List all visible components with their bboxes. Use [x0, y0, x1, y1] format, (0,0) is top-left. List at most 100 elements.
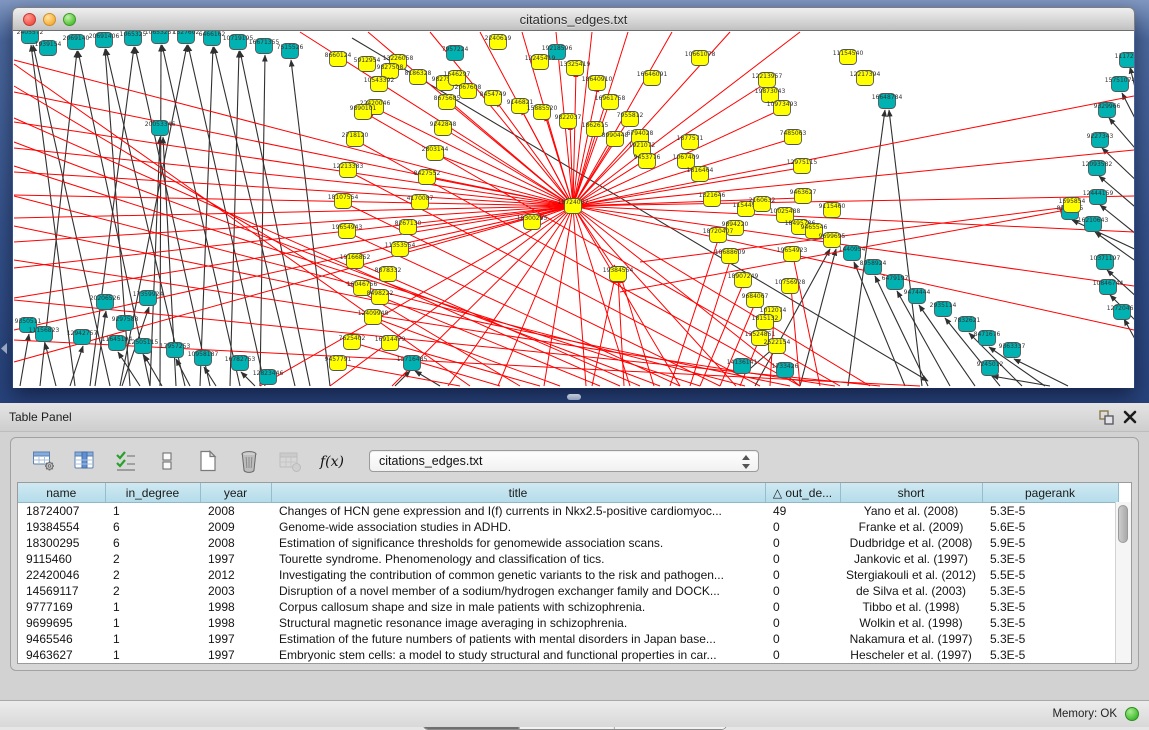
network-node-label: 8471676	[974, 331, 1001, 338]
show-columns-icon[interactable]	[72, 448, 98, 474]
network-node-label: 10688609	[715, 249, 746, 256]
row-check-icon[interactable]	[113, 448, 139, 474]
table-cell: 0	[765, 647, 840, 663]
table-row[interactable]: 1830029562008Estimation of significance …	[18, 535, 1118, 551]
column-header-name[interactable]: name	[18, 483, 105, 503]
network-node-label: 8427552	[414, 170, 441, 177]
network-node-label: 1733426	[772, 363, 799, 370]
table-scrollbar-thumb[interactable]	[1118, 505, 1128, 543]
network-node-label: 8454749	[480, 91, 507, 98]
table-row[interactable]: 2242004622012Investigating the contribut…	[18, 567, 1118, 583]
table-cell: Corpus callosum shape and size in male p…	[271, 599, 765, 615]
network-node-label: 12409948	[358, 310, 389, 317]
network-node-label: 11353554	[385, 242, 416, 249]
table-source-select[interactable]: citations_edges.txt	[369, 450, 759, 472]
network-node-label: 2718120	[342, 132, 369, 139]
network-node-label: 12245419	[525, 55, 556, 62]
network-edge	[45, 343, 56, 386]
splitter-grip[interactable]	[567, 394, 581, 400]
table-panel-title: Table Panel	[9, 410, 72, 424]
column-header-year[interactable]: year	[200, 483, 271, 503]
column-header-title[interactable]: title	[271, 483, 765, 503]
network-node-label: 9890101	[350, 105, 377, 112]
network-node-label: 1117278	[1115, 53, 1134, 60]
network-window-titlebar[interactable]: citations_edges.txt	[12, 7, 1135, 31]
network-node-label: 10846744	[1093, 280, 1124, 287]
table-row[interactable]: 1872400712008Changes of HCN gene express…	[18, 503, 1118, 520]
node-table: namein_degreeyeartitle△ out_de...shortpa…	[17, 482, 1132, 664]
network-node-label: 18640910	[582, 76, 613, 83]
network-node-label: 9894220	[722, 221, 749, 228]
network-node-label: 9822037	[555, 114, 582, 121]
table-cell: 0	[765, 631, 840, 647]
network-node-label: 16782753	[225, 356, 256, 363]
table-row[interactable]: 1938455462009Genome-wide association stu…	[18, 519, 1118, 535]
table-panel: Table Panel f(x) citations_edges.txt	[0, 403, 1149, 700]
network-node-label: 17957253	[160, 343, 191, 350]
network-node-label: 8267130	[395, 220, 422, 227]
table-cell: Estimation of significance thresholds fo…	[271, 535, 765, 551]
table-cell: Estimation of the future numbers of pati…	[271, 631, 765, 647]
table-cell: 14569117	[18, 583, 105, 599]
table-cell: Changes of HCN gene expression and I(f) …	[271, 503, 765, 520]
network-window: citations_edges.txt 24055721939154206914…	[12, 7, 1135, 388]
table-cell: 2008	[200, 535, 271, 551]
network-edge	[618, 277, 624, 386]
network-node-label: 13325419	[560, 61, 591, 68]
network-node-label: 15716485	[397, 356, 428, 363]
table-cell: 19384554	[18, 519, 105, 535]
close-panel-icon[interactable]	[1121, 408, 1139, 426]
network-edge	[670, 237, 719, 386]
network-node-label: 2069140	[63, 35, 90, 42]
table-cell: 5.3E-5	[982, 551, 1118, 567]
network-edge	[573, 206, 586, 386]
table-scrollbar[interactable]	[1115, 502, 1131, 663]
network-node-label: 9350511	[15, 318, 42, 325]
network-node-label: 9457791	[325, 356, 352, 363]
network-node-label: 8958924	[860, 260, 887, 267]
table-row[interactable]: 977716911998Corpus callosum shape and si…	[18, 599, 1118, 615]
column-header-in_degree[interactable]: in_degree	[105, 483, 200, 503]
network-node-label: 1065325	[120, 31, 147, 38]
network-edge	[14, 260, 835, 386]
table-row[interactable]: 946362711997Embryonic stem cells: a mode…	[18, 647, 1118, 663]
network-view-area: citations_edges.txt 24055721939154206914…	[0, 0, 1149, 403]
network-node-label: 1862615	[582, 122, 609, 129]
network-node-label: 10371197	[1090, 255, 1121, 262]
table-row[interactable]: 946554611997Estimation of the future num…	[18, 631, 1118, 647]
float-panel-icon[interactable]	[1097, 408, 1115, 426]
table-cell: 1	[105, 647, 200, 663]
network-node-label: 9115460	[819, 203, 846, 210]
network-edge	[1122, 93, 1134, 130]
column-header-short[interactable]: short	[840, 483, 982, 503]
rows-icon[interactable]	[154, 448, 180, 474]
network-edge	[160, 45, 161, 386]
new-table-icon[interactable]	[195, 448, 221, 474]
network-node-label: 10543392	[364, 77, 395, 84]
column-header-pagerank[interactable]: pagerank	[982, 483, 1118, 503]
network-canvas[interactable]: 2405572193915420691402069140610653251065…	[13, 31, 1134, 388]
table-row[interactable]: 969969511998Structural magnetic resonanc…	[18, 615, 1118, 631]
table-cell: Genome-wide association studies in ADHD.	[271, 519, 765, 535]
table-cell: 18724007	[18, 503, 105, 520]
table-row[interactable]: 911546021997Tourette syndrome. Phenomeno…	[18, 551, 1118, 567]
table-settings-icon[interactable]	[31, 448, 57, 474]
table-cell: 0	[765, 551, 840, 567]
table-cell: 5.3E-5	[982, 647, 1118, 663]
delete-table-icon[interactable]	[236, 448, 262, 474]
function-builder-icon[interactable]: f(x)	[318, 448, 344, 474]
network-edge	[95, 311, 106, 386]
table-cell: 0	[765, 615, 840, 631]
network-node-label: 9363337	[999, 343, 1026, 350]
table-cell: 5.3E-5	[982, 503, 1118, 520]
table-cell: 1998	[200, 615, 271, 631]
column-header-out_de[interactable]: △ out_de...	[765, 483, 840, 503]
table-cell: Disruption of a novel member of a sodium…	[271, 583, 765, 599]
network-graph[interactable]: 2405572193915420691402069140610653251065…	[13, 31, 1134, 388]
table-cell: Investigating the contribution of common…	[271, 567, 765, 583]
table-row[interactable]: 1456911722003Disruption of a novel membe…	[18, 583, 1118, 599]
splitter-collapse-icon[interactable]	[1, 343, 7, 354]
table-cell: 1	[105, 503, 200, 520]
network-node-label: 9474444	[904, 289, 931, 296]
network-node-label: 1321646	[699, 192, 726, 199]
